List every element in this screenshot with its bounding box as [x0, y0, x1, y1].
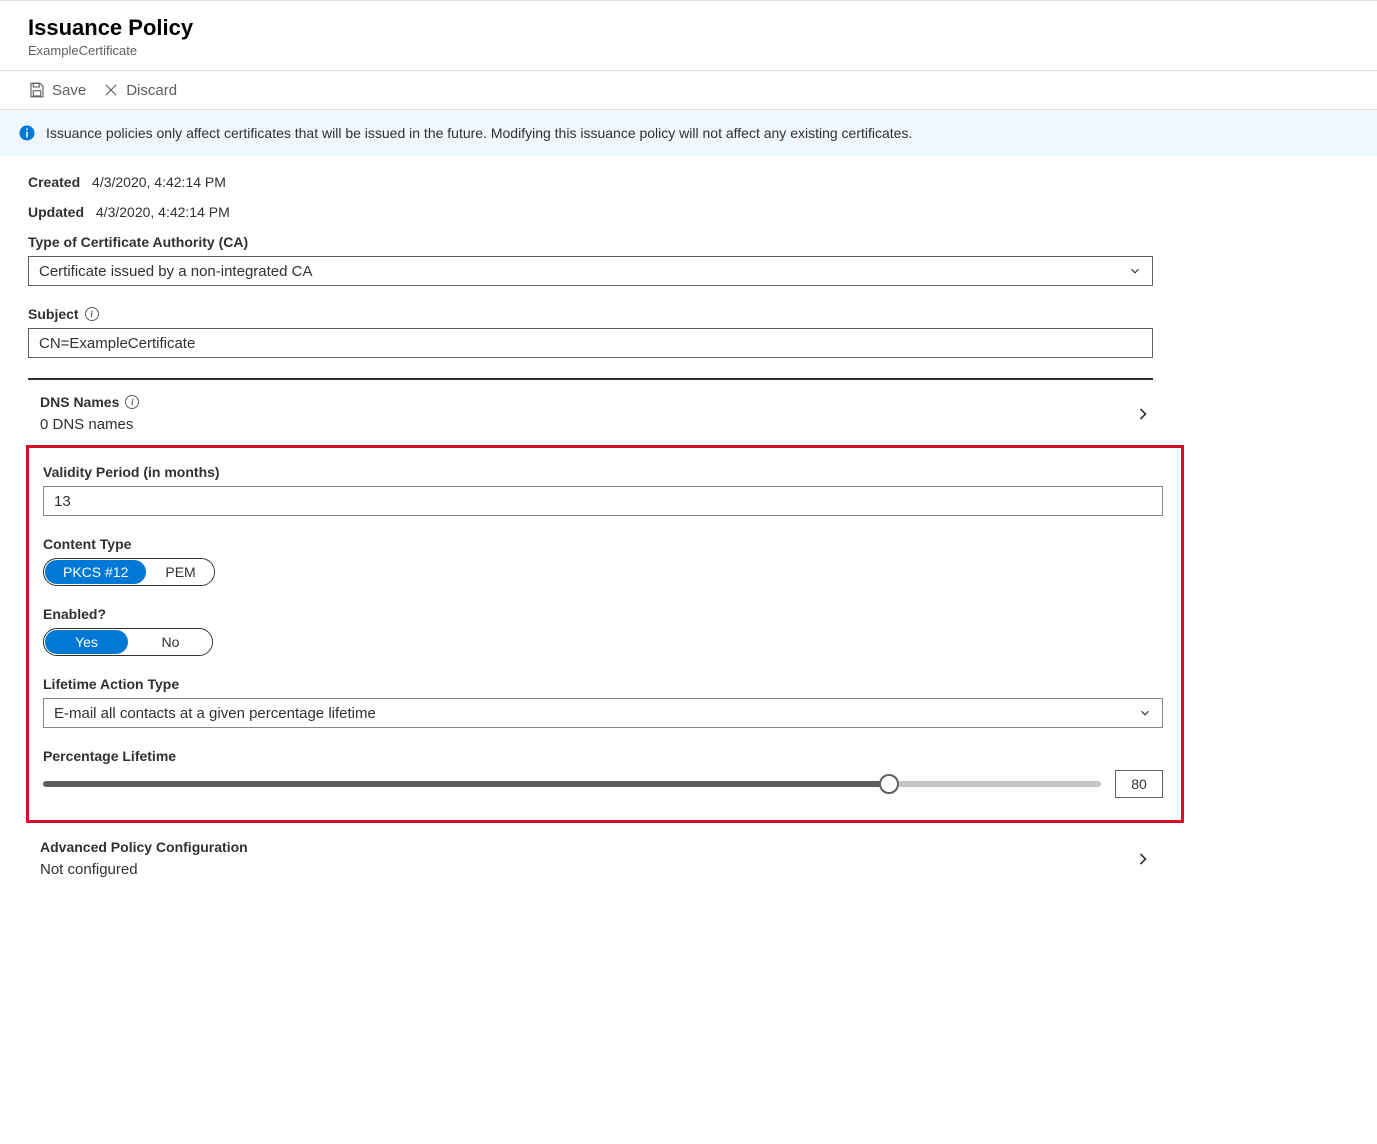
dns-names-label: DNS Names — [40, 394, 119, 410]
updated-value: 4/3/2020, 4:42:14 PM — [96, 204, 230, 220]
updated-label: Updated — [28, 204, 84, 220]
info-bar: Issuance policies only affect certificat… — [0, 110, 1377, 156]
validity-label: Validity Period (in months) — [43, 464, 1167, 480]
subject-value: CN=ExampleCertificate — [39, 335, 195, 352]
advanced-policy-label: Advanced Policy Configuration — [40, 839, 248, 855]
discard-label: Discard — [126, 82, 177, 99]
chevron-right-icon — [1133, 849, 1153, 869]
lifetime-action-value: E-mail all contacts at a given percentag… — [54, 705, 376, 722]
toolbar: Save Discard — [0, 70, 1377, 110]
updated-row: Updated 4/3/2020, 4:42:14 PM — [28, 204, 1349, 220]
enabled-toggle: Yes No — [43, 628, 213, 656]
close-icon — [102, 81, 120, 99]
page-title: Issuance Policy — [28, 15, 1349, 41]
info-circle-icon[interactable]: i — [125, 395, 139, 409]
save-icon — [28, 81, 46, 99]
subject-label: Subject i — [28, 306, 1349, 322]
dns-names-row[interactable]: DNS Names i 0 DNS names — [28, 392, 1153, 437]
content-type-toggle: PKCS #12 PEM — [43, 558, 215, 586]
enabled-yes[interactable]: Yes — [45, 630, 128, 654]
dns-names-value: 0 DNS names — [40, 416, 139, 433]
content-type-label: Content Type — [43, 536, 1167, 552]
divider — [28, 378, 1153, 380]
ca-type-select[interactable]: Certificate issued by a non-integrated C… — [28, 256, 1153, 286]
chevron-down-icon — [1138, 706, 1152, 720]
created-label: Created — [28, 174, 80, 190]
advanced-policy-row[interactable]: Advanced Policy Configuration Not config… — [28, 837, 1153, 882]
validity-input[interactable]: 13 — [43, 486, 1163, 516]
lifetime-action-label: Lifetime Action Type — [43, 676, 1167, 692]
content-type-pem[interactable]: PEM — [147, 559, 213, 585]
enabled-no[interactable]: No — [129, 629, 212, 655]
percentage-slider[interactable] — [43, 781, 1101, 787]
enabled-label: Enabled? — [43, 606, 1167, 622]
page-subtitle: ExampleCertificate — [28, 43, 1349, 58]
info-text: Issuance policies only affect certificat… — [46, 125, 912, 141]
validity-value: 13 — [54, 493, 71, 510]
discard-button[interactable]: Discard — [102, 81, 177, 99]
ca-type-label: Type of Certificate Authority (CA) — [28, 234, 1349, 250]
highlighted-section: Validity Period (in months) 13 Content T… — [26, 445, 1184, 823]
created-row: Created 4/3/2020, 4:42:14 PM — [28, 174, 1349, 190]
info-icon — [18, 124, 36, 142]
save-label: Save — [52, 82, 86, 99]
chevron-right-icon — [1133, 404, 1153, 424]
percentage-value[interactable]: 80 — [1115, 770, 1163, 798]
info-circle-icon[interactable]: i — [85, 307, 99, 321]
created-value: 4/3/2020, 4:42:14 PM — [92, 174, 226, 190]
save-button[interactable]: Save — [28, 81, 86, 99]
lifetime-action-select[interactable]: E-mail all contacts at a given percentag… — [43, 698, 1163, 728]
percentage-label: Percentage Lifetime — [43, 748, 1167, 764]
ca-type-value: Certificate issued by a non-integrated C… — [39, 263, 312, 280]
subject-input[interactable]: CN=ExampleCertificate — [28, 328, 1153, 358]
content-type-pkcs12[interactable]: PKCS #12 — [45, 560, 146, 584]
page-header: Issuance Policy ExampleCertificate — [0, 0, 1377, 70]
slider-thumb[interactable] — [879, 774, 899, 794]
chevron-down-icon — [1128, 264, 1142, 278]
advanced-policy-value: Not configured — [40, 861, 248, 878]
